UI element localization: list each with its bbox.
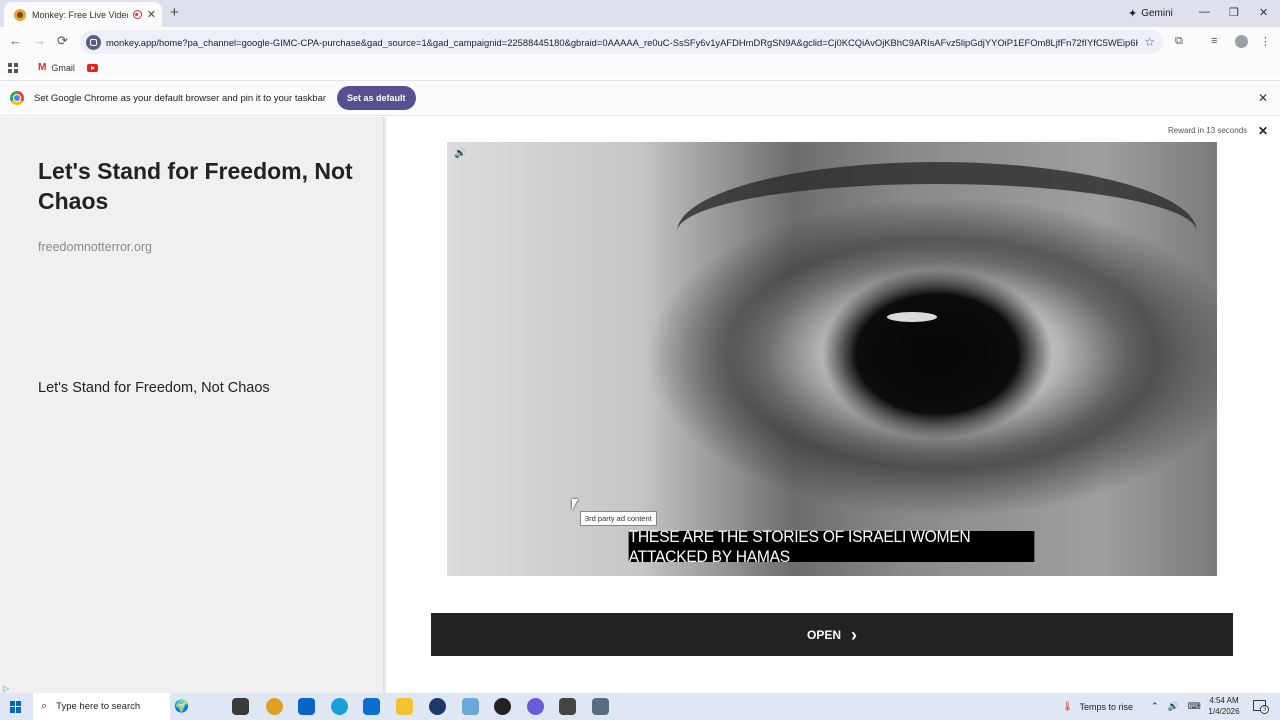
thermometer-icon: 🌡: [1062, 701, 1074, 711]
tray-overflow-icon[interactable]: ⌃: [1151, 701, 1159, 712]
site-info-icon[interactable]: [86, 34, 101, 50]
cast-icon[interactable]: ⧉: [1175, 35, 1183, 48]
set-as-default-button[interactable]: Set as default: [337, 86, 416, 110]
new-tab-button[interactable]: +: [170, 5, 179, 20]
notepad-taskbar-icon[interactable]: [462, 698, 479, 715]
gemini-sparkle-icon: ✦: [1128, 8, 1138, 20]
gmail-icon: M: [38, 62, 47, 73]
tab-title: Monkey: Free Live Video Ch: [32, 9, 128, 20]
dark-app-taskbar-icon[interactable]: [494, 698, 511, 715]
bookmarks-bar: M Gmail: [0, 57, 1280, 78]
store-taskbar-icon[interactable]: [363, 698, 380, 715]
windows-taskbar: ⌕ Type here to search 🌍 🌡 Temps to rise …: [0, 693, 1280, 720]
clock-time: 4:54 AM: [1209, 696, 1239, 705]
media-controls-icon[interactable]: ≡: [1211, 35, 1217, 47]
restore-button[interactable]: ❐: [1229, 6, 1239, 19]
keyboard-icon[interactable]: ⌨: [1188, 701, 1201, 712]
taskbar-clock[interactable]: 4:54 AM 1/4/2026: [1202, 695, 1246, 717]
settings-taskbar-icon[interactable]: [559, 698, 576, 715]
adchoices-icon[interactable]: ▷: [3, 684, 9, 693]
search-icon: ⌕: [41, 700, 48, 712]
search-highlight-icon[interactable]: 🌍: [174, 699, 189, 713]
gemini-label: Gemini: [1141, 8, 1173, 19]
open-ad-button[interactable]: OPEN ›: [431, 613, 1233, 656]
edge-taskbar-icon[interactable]: [331, 698, 348, 715]
menu-kebab-icon[interactable]: ⋮: [1260, 35, 1271, 48]
browser-toolbar: ← → ⟳ monkey.app/home?pa_channel=google-…: [0, 27, 1280, 57]
ad-domain[interactable]: freedomnotterror.org: [38, 240, 152, 254]
default-browser-infobar: Set Google Chrome as your default browse…: [0, 80, 1280, 116]
ad-video-player[interactable]: 🔊 3rd party ad content THESE ARE THE STO…: [447, 142, 1217, 576]
weather-text: Temps to rise: [1079, 701, 1133, 712]
window-close-button[interactable]: ✕: [1259, 6, 1268, 19]
forward-button[interactable]: →: [33, 34, 46, 48]
ad-content-tooltip: 3rd party ad content: [580, 511, 657, 526]
back-button[interactable]: ←: [9, 34, 22, 48]
volume-icon[interactable]: 🔊: [1168, 701, 1179, 712]
chrome-alt-taskbar-icon[interactable]: [527, 698, 544, 715]
steam-taskbar-icon[interactable]: [429, 698, 446, 715]
gemini-button[interactable]: ✦ Gemini: [1122, 4, 1179, 23]
minimize-button[interactable]: —: [1199, 6, 1210, 18]
bookmark-label: Gmail: [51, 62, 75, 73]
speaker-icon[interactable]: 🔊: [454, 148, 466, 159]
windows-start-icon[interactable]: [10, 700, 22, 713]
ad-description: Let's Stand for Freedom, Not Chaos: [38, 380, 270, 396]
reward-countdown: Reward in 13 seconds: [1168, 126, 1248, 135]
eye-highlight: [887, 312, 937, 322]
file-explorer-taskbar-icon[interactable]: [396, 698, 413, 715]
ad-headline: Let's Stand for Freedom, Not Chaos: [38, 158, 353, 214]
clock-date: 1/4/2026: [1208, 707, 1240, 716]
bookmark-star-icon[interactable]: ☆: [1144, 35, 1155, 49]
bookmark-gmail[interactable]: M Gmail: [38, 62, 75, 73]
chrome-logo-icon: [10, 91, 24, 105]
infobar-message: Set Google Chrome as your default browse…: [34, 92, 327, 104]
open-button-label: OPEN: [806, 627, 841, 642]
browser-tab[interactable]: Monkey: Free Live Video Ch ✕: [4, 2, 162, 27]
search-placeholder: Type here to search: [56, 701, 141, 712]
apps-grid-icon[interactable]: [8, 62, 18, 73]
infobar-close-icon[interactable]: ✕: [1258, 91, 1268, 105]
misc-app-taskbar-icon[interactable]: [592, 698, 609, 715]
weather-widget[interactable]: 🌡 Temps to rise: [1062, 693, 1133, 720]
ad-close-button[interactable]: ✕: [1258, 124, 1268, 138]
monkey-favicon-icon: [14, 8, 26, 21]
recording-indicator-icon: [132, 10, 142, 19]
reload-button[interactable]: ⟳: [57, 34, 68, 48]
youtube-bookmark-icon[interactable]: [86, 63, 98, 72]
profile-avatar[interactable]: [1235, 35, 1248, 48]
mouse-cursor-icon: [572, 499, 578, 510]
chrome-taskbar-icon[interactable]: [266, 698, 283, 715]
eye-lid-shading: [677, 162, 1197, 302]
task-view-icon[interactable]: [232, 698, 249, 715]
outlook-taskbar-icon[interactable]: [298, 698, 315, 715]
tab-strip: Monkey: Free Live Video Ch ✕ + ✦ Gemini …: [0, 0, 1280, 27]
taskbar-search-box[interactable]: ⌕ Type here to search: [33, 693, 170, 720]
url-text[interactable]: monkey.app/home?pa_channel=google-GIMC-C…: [106, 37, 1138, 48]
panel-divider: [383, 117, 387, 693]
chevron-right-icon: ›: [851, 624, 857, 645]
tab-close-icon[interactable]: ✕: [147, 8, 156, 21]
notification-count-badge: 3: [1260, 705, 1269, 714]
address-bar[interactable]: monkey.app/home?pa_channel=google-GIMC-C…: [80, 30, 1163, 54]
system-tray: ⌃ 🔊 ⌨: [1151, 693, 1201, 720]
video-caption: THESE ARE THE STORIES OF ISRAELI WOMEN A…: [628, 527, 1035, 566]
